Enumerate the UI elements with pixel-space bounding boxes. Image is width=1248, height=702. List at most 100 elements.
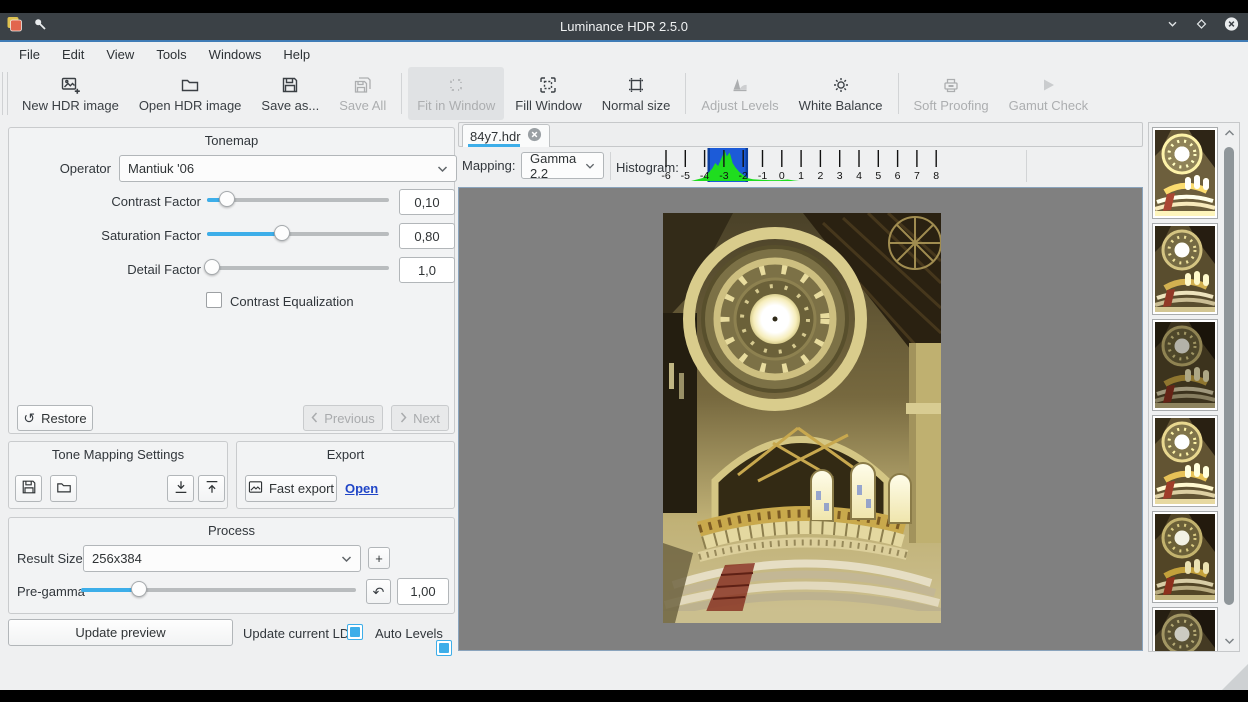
toolbar-button-adjust-levels[interactable]: Adjust Levels xyxy=(692,67,787,120)
chevron-down-icon xyxy=(341,551,352,566)
contrast-factor-slider[interactable] xyxy=(207,190,389,210)
hdr-thumbnail[interactable] xyxy=(1152,511,1218,603)
menu-tools[interactable]: Tools xyxy=(145,44,197,65)
hdr-thumbnail[interactable] xyxy=(1152,127,1218,219)
toolbar-button-normal-size[interactable]: Normal size xyxy=(593,67,680,120)
close-button[interactable] xyxy=(1223,16,1240,37)
open-link[interactable]: Open xyxy=(345,481,378,496)
operator-value: Mantiuk '06 xyxy=(128,161,194,176)
svg-text:-1: -1 xyxy=(758,170,767,182)
pregamma-value[interactable]: 1,00 xyxy=(397,578,449,605)
contrast-factor-value[interactable]: 0,10 xyxy=(399,189,455,215)
toolbar-button-save-all[interactable]: Save All xyxy=(330,67,395,120)
contrast-equalization-checkbox[interactable] xyxy=(206,292,222,308)
hdr-thumbnail[interactable] xyxy=(1152,607,1218,652)
export-panel: Export Fast export Open xyxy=(236,441,455,509)
mapping-combobox[interactable]: Gamma 2.2 xyxy=(521,152,604,179)
toolbar-drag-handle[interactable] xyxy=(2,72,8,115)
normal-size-icon xyxy=(626,75,646,95)
pregamma-reset-button[interactable]: ↶ xyxy=(366,579,391,604)
white-balance-icon xyxy=(831,75,851,95)
toolbar-button-open-hdr-image[interactable]: Open HDR image xyxy=(130,67,251,120)
svg-text:6: 6 xyxy=(895,170,901,182)
update-current-ldr-checkbox[interactable] xyxy=(347,624,363,640)
tonemap-panel: Tonemap Operator Mantiuk '06 Contrast Fa… xyxy=(8,127,455,434)
previous-button[interactable]: Previous xyxy=(303,405,383,431)
auto-levels-checkbox[interactable] xyxy=(436,640,452,656)
menu-windows[interactable]: Windows xyxy=(198,44,273,65)
screen: Luminance HDR 2.5.0 File Edit View Tools… xyxy=(0,0,1248,702)
export-settings-button[interactable] xyxy=(198,475,225,502)
toolbar-button-new-hdr-image[interactable]: New HDR image xyxy=(13,67,128,120)
toolbar-button-soft-proofing[interactable]: Soft Proofing xyxy=(905,67,998,120)
hdr-preview-image xyxy=(663,213,941,623)
next-button[interactable]: Next xyxy=(391,405,449,431)
toolbar-separator xyxy=(898,73,899,114)
open-hdr-image-icon xyxy=(180,75,200,95)
apply-settings-button[interactable] xyxy=(167,475,194,502)
menu-view[interactable]: View xyxy=(95,44,145,65)
hdr-thumbnail[interactable] xyxy=(1152,319,1218,411)
tab-84y7-hdr[interactable]: 84y7.hdr xyxy=(462,124,550,147)
detail-factor-value[interactable]: 1,0 xyxy=(399,257,455,283)
save-as-icon xyxy=(280,75,300,95)
tone-mapping-settings-panel: Tone Mapping Settings xyxy=(8,441,228,509)
svg-text:4: 4 xyxy=(856,170,862,182)
pregamma-slider[interactable] xyxy=(81,580,356,600)
adjust-levels-icon xyxy=(730,75,750,95)
hdr-thumbnail[interactable] xyxy=(1152,223,1218,315)
new-hdr-image-icon xyxy=(60,75,81,95)
svg-text:3: 3 xyxy=(837,170,843,182)
toolbar-button-white-balance[interactable]: White Balance xyxy=(790,67,892,120)
restore-button[interactable]: ↺ Restore xyxy=(17,405,93,431)
svg-text:5: 5 xyxy=(875,170,881,182)
menubar: File Edit View Tools Windows Help xyxy=(0,42,1248,66)
update-preview-button[interactable]: Update preview xyxy=(8,619,233,646)
maximize-button[interactable] xyxy=(1194,17,1209,36)
pin-icon[interactable] xyxy=(33,17,47,36)
toolbar-button-fill-window[interactable]: Fill Window xyxy=(506,67,590,120)
svg-text:-2: -2 xyxy=(739,170,748,182)
result-size-combobox[interactable]: 256x384 xyxy=(83,545,361,572)
contrast-equalization-label: Contrast Equalization xyxy=(230,294,354,309)
arrow-down-icon xyxy=(173,479,189,498)
chevron-left-icon xyxy=(311,411,318,426)
scrollbar-handle[interactable] xyxy=(1224,147,1234,605)
save-icon xyxy=(21,479,37,498)
fast-export-button[interactable]: Fast export xyxy=(245,475,337,502)
image-icon xyxy=(248,480,263,497)
mapping-value: Gamma 2.2 xyxy=(530,151,585,181)
svg-text:-4: -4 xyxy=(700,170,709,182)
save-all-icon xyxy=(353,75,373,95)
viewer-canvas[interactable] xyxy=(458,187,1143,651)
saturation-factor-slider[interactable] xyxy=(207,224,389,244)
add-size-button[interactable]: + xyxy=(368,547,390,569)
scroll-down-icon[interactable] xyxy=(1221,633,1237,649)
toolbar-button-fit-in-window[interactable]: Fit in Window xyxy=(408,67,504,120)
svg-text:2: 2 xyxy=(817,170,823,182)
app-icon xyxy=(6,16,23,37)
load-settings-button[interactable] xyxy=(50,475,77,502)
chevron-down-icon xyxy=(585,158,595,173)
sidebar-scrollbar[interactable] xyxy=(1221,125,1237,649)
menu-edit[interactable]: Edit xyxy=(51,44,95,65)
toolbar-button-gamut-check[interactable]: Gamut Check xyxy=(1000,67,1097,120)
save-settings-button[interactable] xyxy=(15,475,42,502)
viewer-toolbar-separator xyxy=(1026,150,1027,182)
menu-file[interactable]: File xyxy=(8,44,51,65)
scroll-up-icon[interactable] xyxy=(1221,125,1237,141)
soft-proofing-icon xyxy=(941,75,961,95)
histogram-widget[interactable]: -6-5-4-3-2-1012345678 xyxy=(652,148,1026,184)
hdr-thumbnail[interactable] xyxy=(1152,415,1218,507)
svg-text:1: 1 xyxy=(798,170,804,182)
detail-factor-slider[interactable] xyxy=(207,258,389,278)
gamut-check-icon xyxy=(1038,75,1058,95)
chevron-down-icon xyxy=(437,161,448,176)
toolbar-button-save-as[interactable]: Save as... xyxy=(252,67,328,120)
minimize-button[interactable] xyxy=(1165,17,1180,36)
menu-help[interactable]: Help xyxy=(272,44,321,65)
saturation-factor-value[interactable]: 0,80 xyxy=(399,223,455,249)
operator-combobox[interactable]: Mantiuk '06 xyxy=(119,155,457,182)
svg-text:-3: -3 xyxy=(719,170,728,182)
tab-close-icon[interactable] xyxy=(527,127,542,145)
